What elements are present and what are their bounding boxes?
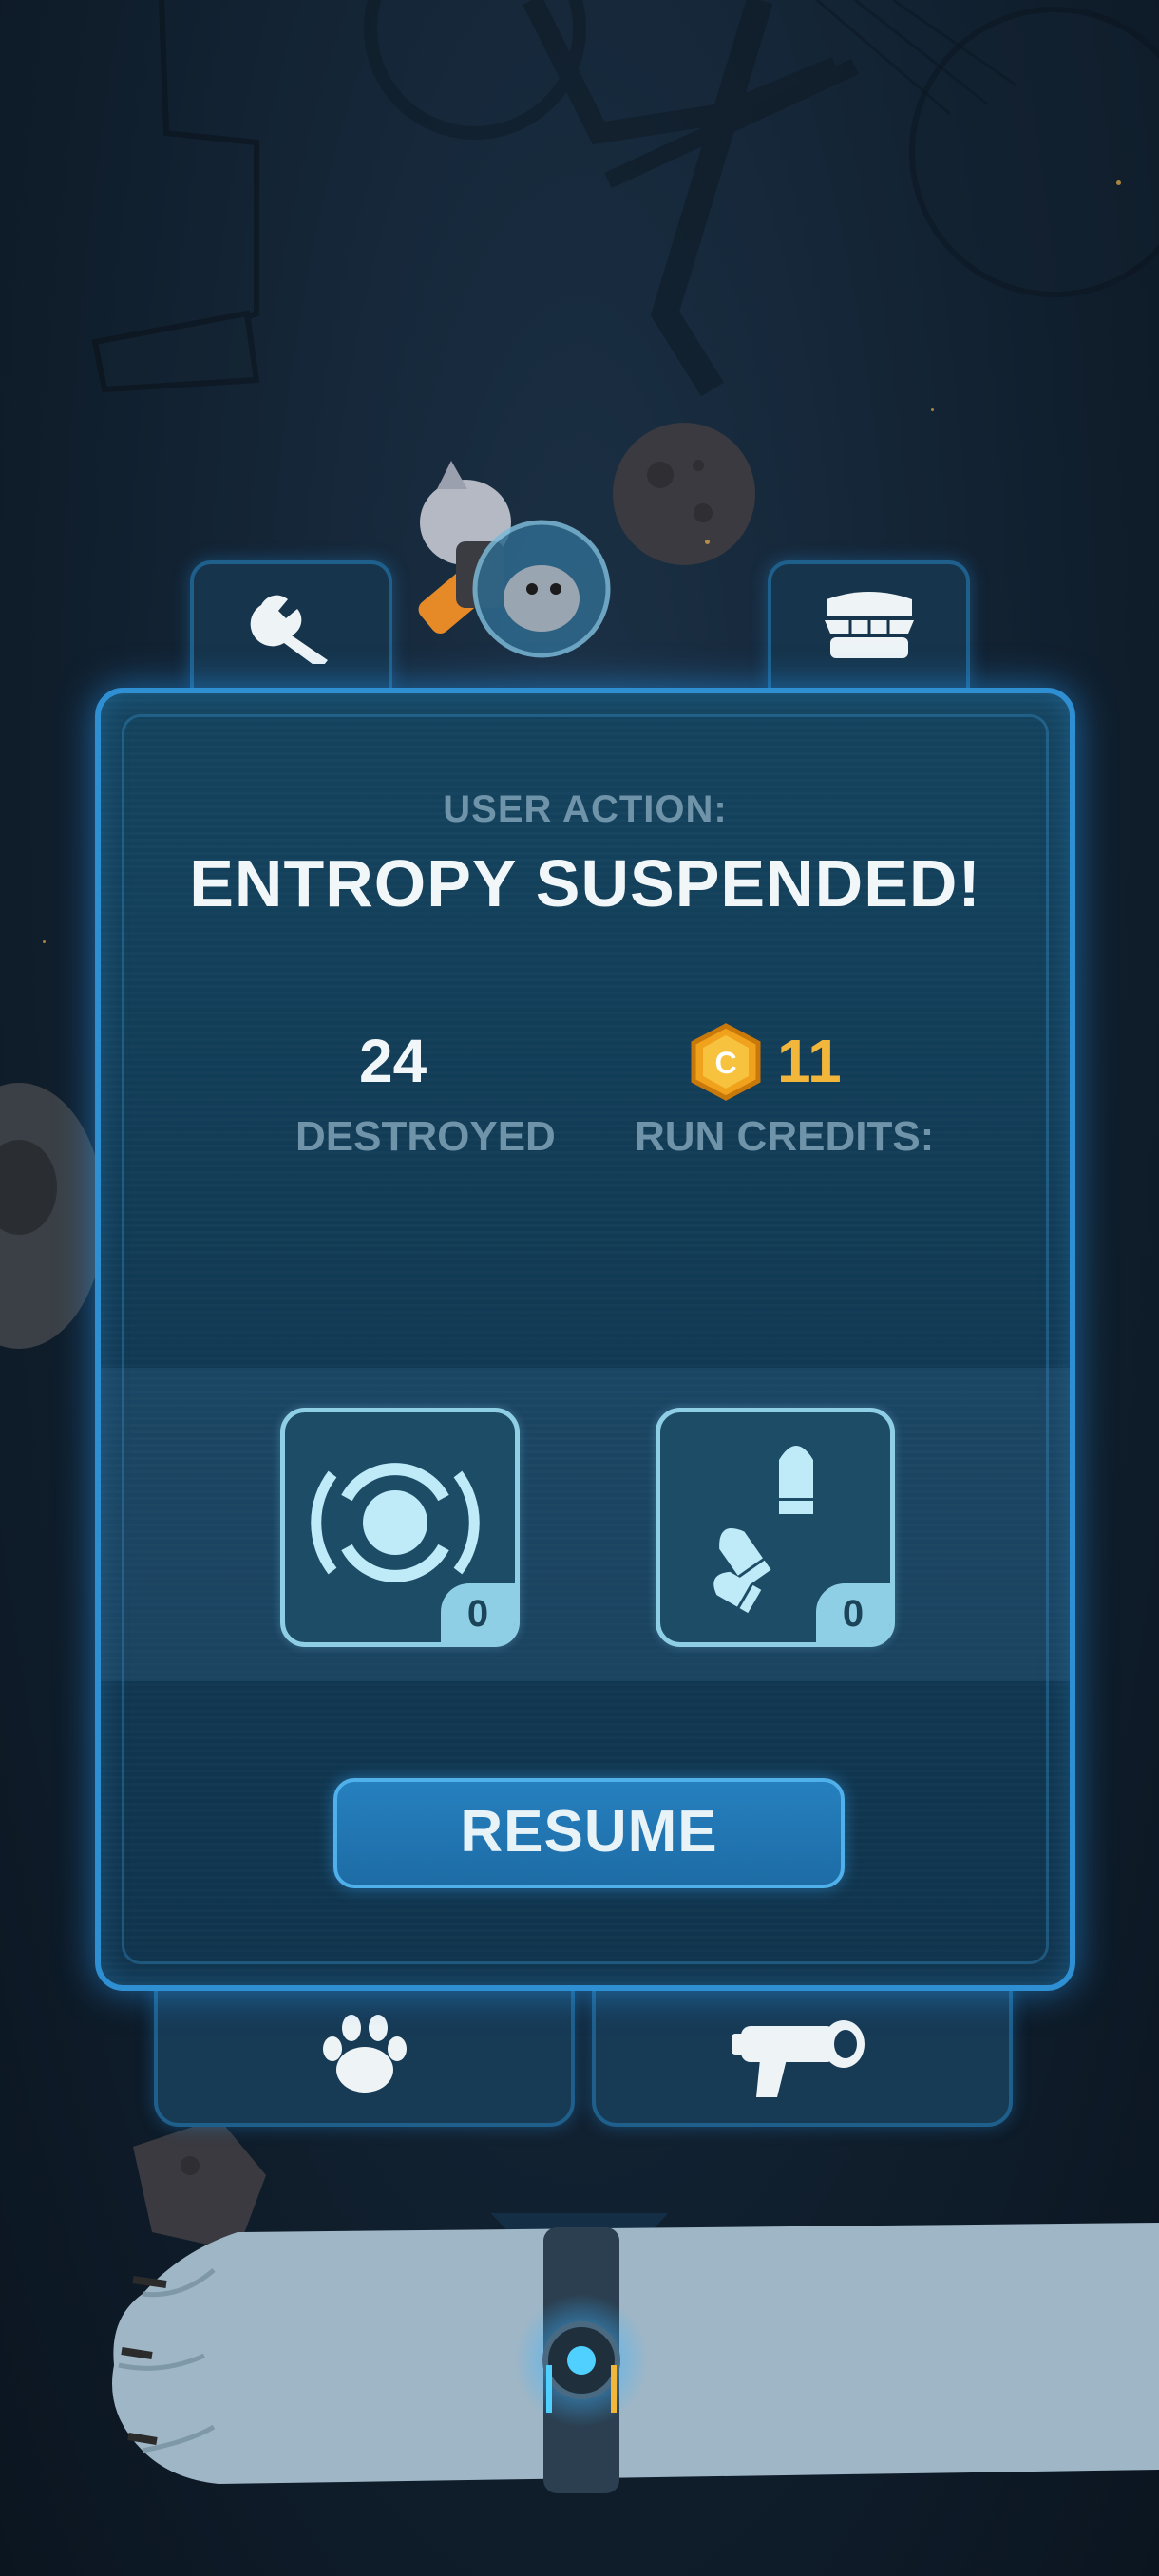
items-band <box>101 1368 1070 1681</box>
pause-title: ENTROPY SUSPENDED! <box>189 846 981 920</box>
user-action-subtitle: USER ACTION: <box>443 788 728 830</box>
credits-label: RUN CREDITS: <box>635 1113 935 1160</box>
weapons-tab[interactable] <box>592 1985 1013 2127</box>
pets-tab[interactable] <box>154 1985 575 2127</box>
asteroid <box>613 423 755 565</box>
blaster-icon <box>731 2019 864 2097</box>
star <box>43 940 46 943</box>
shield-item-count: 0 <box>441 1583 515 1642</box>
game-scene: USER ACTION: ENTROPY SUSPENDED! 24 DESTR… <box>0 0 1159 2576</box>
upgrades-tab[interactable] <box>190 560 392 688</box>
ammo-item-count: 0 <box>816 1583 890 1642</box>
floating-cat-astronaut <box>418 461 611 658</box>
destroyed-count: 24 <box>359 1027 428 1095</box>
shield-item-slot[interactable]: 0 <box>280 1408 520 1647</box>
player-arm-wrist-device <box>112 2213 1159 2493</box>
credits-count: 11 <box>777 1027 842 1095</box>
pause-panel: USER ACTION: ENTROPY SUSPENDED! 24 DESTR… <box>95 688 1075 1991</box>
left-edge-asteroid <box>0 1083 104 1349</box>
ammo-item-slot[interactable]: 0 <box>656 1408 895 1647</box>
shop-tab[interactable] <box>768 560 970 688</box>
resume-button[interactable]: RESUME <box>333 1778 845 1888</box>
coin-letter: C <box>714 1046 736 1080</box>
destroyed-label: DESTROYED <box>295 1113 556 1160</box>
paw-icon <box>322 2014 407 2093</box>
coin-icon: C <box>691 1023 761 1101</box>
shop-icon <box>824 592 914 658</box>
star <box>1116 180 1121 185</box>
star <box>931 408 934 411</box>
wrench-icon <box>250 595 328 664</box>
star <box>705 540 710 544</box>
